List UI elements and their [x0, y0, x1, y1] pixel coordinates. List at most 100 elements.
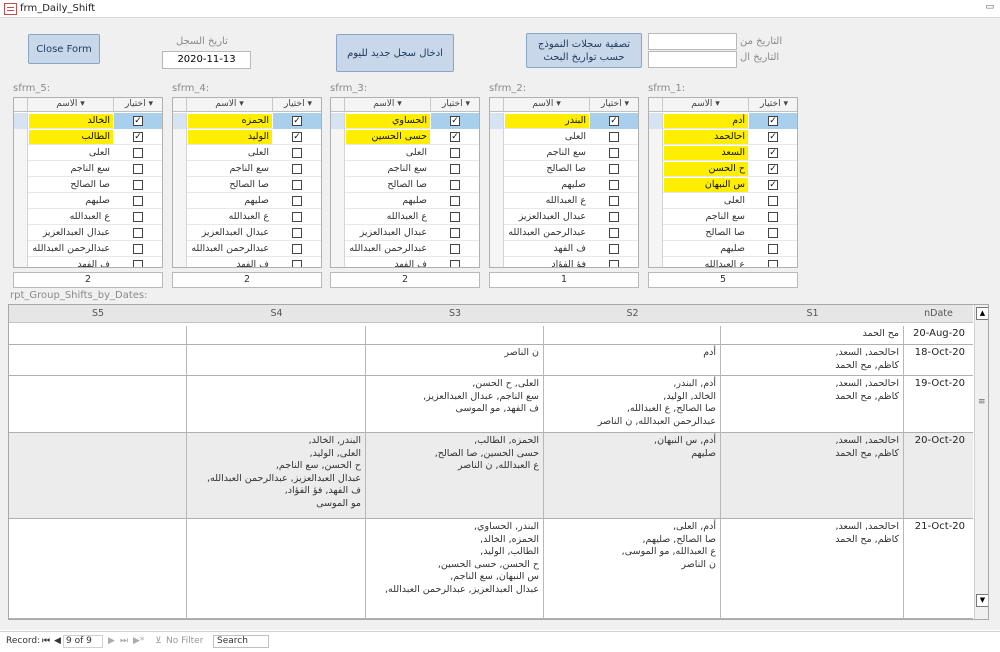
checkbox-icon[interactable]	[609, 260, 619, 267]
checkbox-icon[interactable]	[450, 212, 460, 222]
employee-name[interactable]: العلى	[505, 130, 589, 144]
date-from-input[interactable]	[648, 33, 737, 50]
scroll-up-icon[interactable]: ▲	[976, 307, 988, 320]
record-selector[interactable]	[14, 145, 28, 161]
dropdown-arrow-icon[interactable]: ▾	[556, 99, 561, 109]
checkbox-icon[interactable]	[768, 260, 778, 267]
checkbox-icon[interactable]	[609, 148, 619, 158]
checkbox-icon[interactable]	[133, 148, 143, 158]
list-item[interactable]: ف الفهد	[173, 257, 321, 267]
scroll-down-icon[interactable]: ▼	[976, 594, 988, 607]
checkbox-icon[interactable]	[450, 244, 460, 254]
name-column-header[interactable]: الاسم ▾	[663, 98, 749, 112]
record-selector[interactable]	[173, 113, 187, 129]
subform-grid[interactable]: الاسم ▾ اختيار ▾ أدم ✓ احالحمد ✓ السعد ✓ ح الحسن…	[648, 97, 798, 268]
list-item[interactable]: العلى	[14, 145, 162, 161]
list-item[interactable]: العلى	[490, 129, 638, 145]
record-selector[interactable]	[14, 257, 28, 267]
employee-name[interactable]: ح الحسن	[664, 162, 748, 176]
employee-name[interactable]: العلى	[29, 146, 113, 160]
employee-name[interactable]: ف الفهد	[505, 242, 589, 256]
list-item[interactable]: عبدالرحمن العبدالله	[14, 241, 162, 257]
list-item[interactable]: صا الصالح	[490, 161, 638, 177]
list-item[interactable]: ع العبدالله	[649, 257, 797, 267]
checkbox-icon[interactable]: ✓	[768, 180, 778, 190]
record-selector[interactable]	[331, 193, 345, 209]
checkbox-icon[interactable]	[292, 164, 302, 174]
record-selector[interactable]	[490, 161, 504, 177]
record-selector[interactable]	[490, 145, 504, 161]
close-form-button[interactable]: Close Form	[28, 34, 100, 64]
record-date-field[interactable]: 2020-11-13	[162, 51, 251, 69]
employee-name[interactable]: الطالب	[29, 130, 113, 144]
list-item[interactable]: البندر ✓	[490, 113, 638, 129]
record-selector[interactable]	[14, 113, 28, 129]
record-selector[interactable]	[331, 209, 345, 225]
list-item[interactable]: صا الصالح	[173, 177, 321, 193]
new-record-icon[interactable]: ▶*	[133, 636, 144, 646]
checkbox-icon[interactable]	[609, 196, 619, 206]
list-item[interactable]: الحساوي ✓	[331, 113, 479, 129]
list-item[interactable]: عبدالرحمن العبدالله	[173, 241, 321, 257]
record-selector[interactable]	[14, 177, 28, 193]
list-item[interactable]: عبدال العبدالعزيز	[173, 225, 321, 241]
checkbox-icon[interactable]	[133, 228, 143, 238]
record-selector[interactable]	[14, 193, 28, 209]
record-selector[interactable]	[173, 225, 187, 241]
record-selector[interactable]	[14, 241, 28, 257]
record-selector[interactable]	[14, 209, 28, 225]
list-item[interactable]: ع العبدالله	[14, 209, 162, 225]
checkbox-icon[interactable]	[133, 212, 143, 222]
filter-icon[interactable]: ⊻	[155, 636, 162, 646]
first-record-icon[interactable]: ⏮	[42, 636, 50, 646]
checkbox-icon[interactable]	[450, 260, 460, 267]
next-record-icon[interactable]: ▶	[108, 636, 115, 646]
checkbox-icon[interactable]	[133, 260, 143, 267]
dropdown-arrow-icon[interactable]: ▾	[715, 99, 720, 109]
list-item[interactable]: عبدالرحمن العبدالله	[490, 225, 638, 241]
record-selector[interactable]	[490, 209, 504, 225]
employee-name[interactable]: عبدال العبدالعزيز	[188, 226, 272, 240]
employee-name[interactable]: ع العبدالله	[664, 258, 748, 267]
employee-name[interactable]: سع الناجم	[505, 146, 589, 160]
record-selector[interactable]	[173, 193, 187, 209]
list-item[interactable]: صليهم	[331, 193, 479, 209]
employee-name[interactable]: صا الصالح	[346, 178, 430, 192]
dropdown-arrow-icon[interactable]: ▾	[465, 99, 470, 109]
employee-name[interactable]: العلى	[346, 146, 430, 160]
dropdown-arrow-icon[interactable]: ▾	[397, 99, 402, 109]
record-selector[interactable]	[14, 225, 28, 241]
list-item[interactable]: ح الحسن ✓	[649, 161, 797, 177]
list-item[interactable]: احالحمد ✓	[649, 129, 797, 145]
filter-by-dates-button[interactable]: تصفية سجلات النموذج حسب تواريخ البحث	[526, 33, 642, 68]
table-row[interactable]: مح الحمد 20-Aug-20	[9, 326, 973, 345]
checkbox-icon[interactable]	[609, 244, 619, 254]
list-item[interactable]: ف الفهد	[331, 257, 479, 267]
list-item[interactable]: ف الفهد	[490, 241, 638, 257]
list-item[interactable]: ع العبدالله	[173, 209, 321, 225]
no-filter-indicator[interactable]: No Filter	[166, 636, 203, 646]
dropdown-arrow-icon[interactable]: ▾	[307, 99, 312, 109]
checkbox-icon[interactable]	[609, 228, 619, 238]
checkbox-icon[interactable]: ✓	[450, 116, 460, 126]
date-to-input[interactable]	[648, 51, 737, 68]
choose-column-header[interactable]: اختيار ▾	[431, 98, 479, 112]
employee-name[interactable]: احالحمد	[664, 130, 748, 144]
record-selector[interactable]	[649, 113, 663, 129]
name-column-header[interactable]: الاسم ▾	[187, 98, 273, 112]
list-item[interactable]: صليهم	[14, 193, 162, 209]
checkbox-icon[interactable]	[450, 180, 460, 190]
report-scrollbar[interactable]: ▲ ≡ ▼	[974, 305, 988, 619]
employee-name[interactable]: عبدال العبدالعزيز	[29, 226, 113, 240]
checkbox-icon[interactable]: ✓	[768, 116, 778, 126]
checkbox-icon[interactable]	[450, 196, 460, 206]
employee-name[interactable]: ف الفهد	[29, 258, 113, 267]
list-item[interactable]: صليهم	[173, 193, 321, 209]
employee-name[interactable]: صليهم	[29, 194, 113, 208]
list-item[interactable]: الحمزه ✓	[173, 113, 321, 129]
list-item[interactable]: حسى الحسين ✓	[331, 129, 479, 145]
checkbox-icon[interactable]: ✓	[292, 132, 302, 142]
subform-grid[interactable]: الاسم ▾ اختيار ▾ الحمزه ✓ الوليد ✓ العلى سع الن…	[172, 97, 322, 268]
employee-name[interactable]: الحمزه	[188, 114, 272, 128]
checkbox-icon[interactable]: ✓	[450, 132, 460, 142]
